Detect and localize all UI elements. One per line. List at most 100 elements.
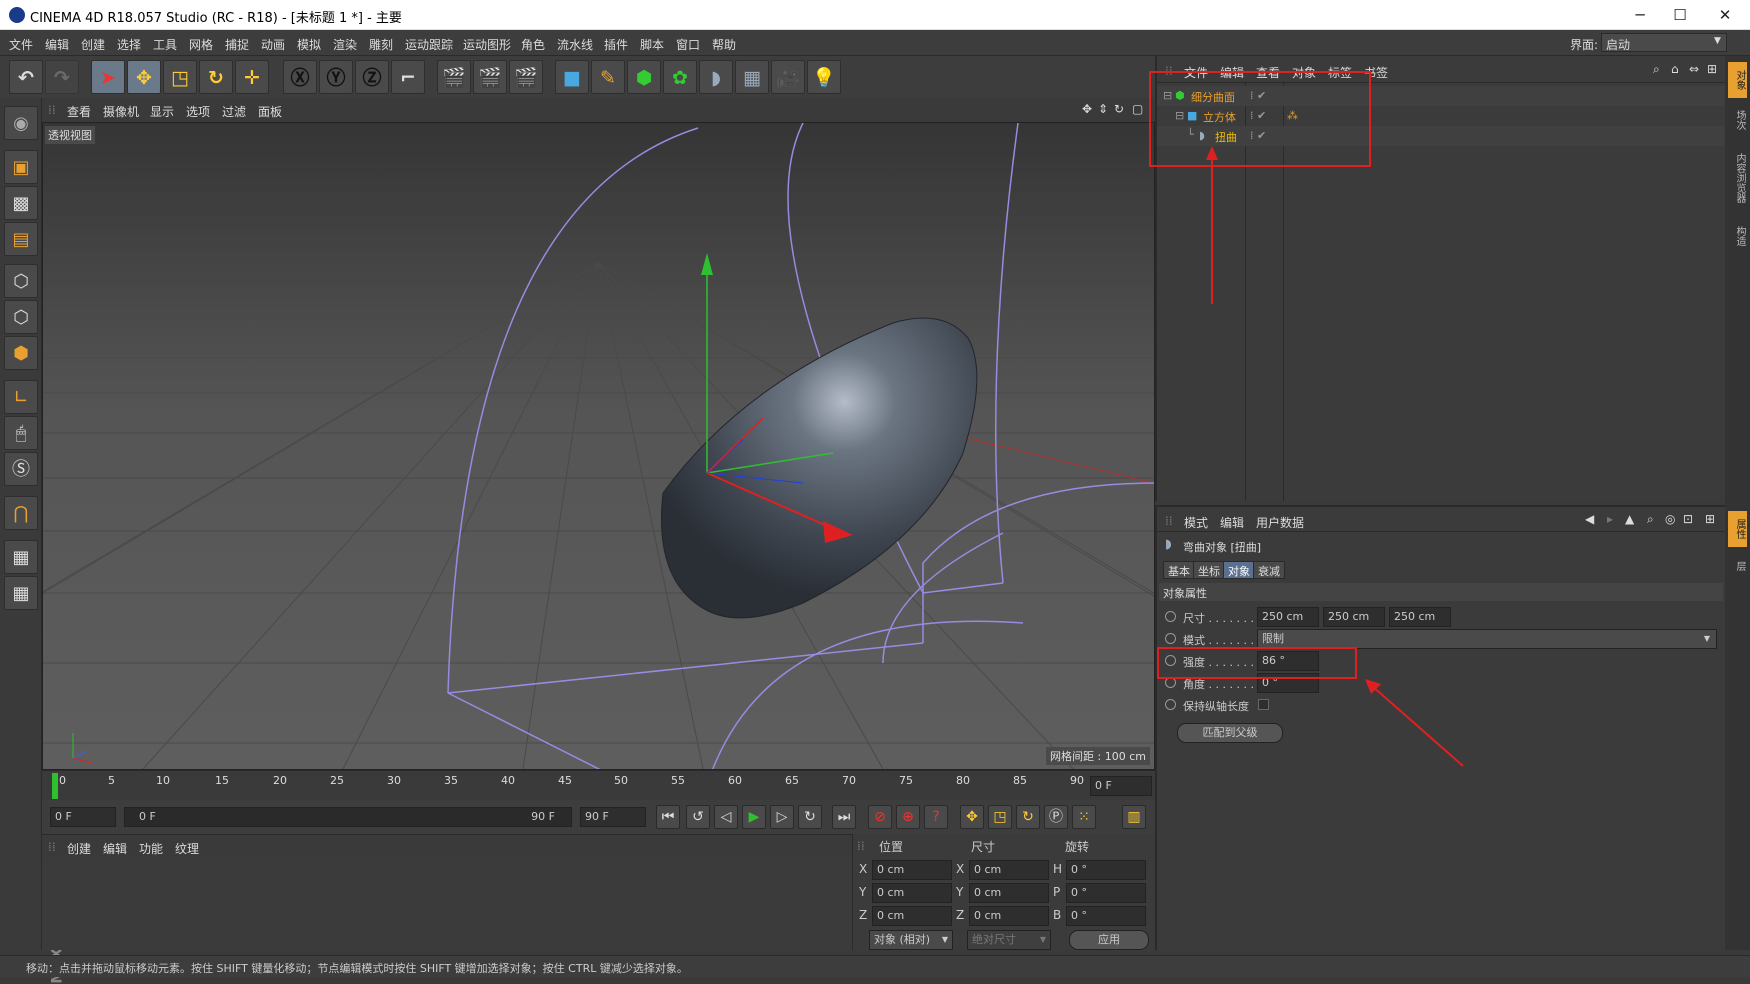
current-frame-field[interactable]: 0 F — [1090, 776, 1152, 796]
animation-radio-icon[interactable] — [1165, 633, 1176, 644]
go-to-start-button[interactable]: ⏮ — [656, 805, 680, 829]
render-settings-button[interactable]: 🎬 — [509, 60, 543, 94]
menu-simulate[interactable]: 模拟 — [297, 36, 321, 53]
home-icon[interactable]: ⌂ — [1671, 62, 1679, 76]
maximize-button[interactable]: ☐ — [1655, 0, 1705, 30]
search-icon[interactable]: ⌕ — [1647, 512, 1654, 527]
animation-radio-icon[interactable] — [1165, 699, 1176, 710]
material-menu-create[interactable]: 创建 — [67, 840, 91, 857]
menu-motion-tracking[interactable]: 运动跟踪 — [405, 36, 453, 53]
deformer-button[interactable]: ◗ — [699, 60, 733, 94]
keyframe-selection-button[interactable]: ? — [924, 805, 948, 829]
viewport-maximize-icon[interactable]: ▢ — [1132, 102, 1143, 116]
coord-system-button[interactable]: ⌐ — [391, 60, 425, 94]
menu-character[interactable]: 角色 — [521, 36, 545, 53]
go-to-end-button[interactable]: ⏭ — [832, 805, 856, 829]
key-rotation-button[interactable]: ↻ — [1016, 805, 1040, 829]
close-button[interactable]: ✕ — [1700, 0, 1750, 30]
size-z-field[interactable]: 0 cm — [969, 906, 1049, 926]
snap-button[interactable]: Ⓢ — [4, 452, 38, 486]
x-axis-button[interactable]: Ⓧ — [283, 60, 317, 94]
tab-object[interactable]: 对象 — [1223, 561, 1255, 579]
lock-workplane-button[interactable]: ▦ — [4, 540, 38, 574]
key-position-button[interactable]: ✥ — [960, 805, 984, 829]
render-picture-viewer-button[interactable]: 🎬 — [473, 60, 507, 94]
deformed-subdivision-object[interactable] — [660, 317, 978, 619]
material-menu-edit[interactable]: 编辑 — [103, 840, 127, 857]
menu-plugins[interactable]: 插件 — [604, 36, 628, 53]
attr-menu-edit[interactable]: 编辑 — [1220, 514, 1244, 531]
end-frame-field[interactable]: 90 F — [580, 807, 646, 827]
search-icon[interactable]: ⌕ — [1653, 62, 1660, 77]
menu-edit[interactable]: 编辑 — [45, 36, 69, 53]
viewport-menu-display[interactable]: 显示 — [150, 103, 174, 120]
viewport-dolly-icon[interactable]: ⇕ — [1098, 102, 1108, 116]
attr-menu-mode[interactable]: 模式 — [1184, 514, 1208, 531]
material-area[interactable] — [42, 858, 852, 950]
layout-select[interactable]: 启动 ▼ — [1601, 33, 1727, 52]
camera-button[interactable]: 🎥 — [771, 60, 805, 94]
size-x-input[interactable]: 250 cm — [1257, 607, 1319, 627]
side-tab-attributes[interactable]: 属性 — [1728, 511, 1747, 547]
subdivision-button[interactable]: ⬢ — [627, 60, 661, 94]
scale-tool-button[interactable]: ◳ — [163, 60, 197, 94]
array-button[interactable]: ✿ — [663, 60, 697, 94]
menu-help[interactable]: 帮助 — [712, 36, 736, 53]
rotation-p-field[interactable]: 0 ° — [1066, 883, 1146, 903]
back-icon[interactable]: ⇔ — [1689, 62, 1699, 76]
menu-tools[interactable]: 工具 — [153, 36, 177, 53]
viewport-menu-view[interactable]: 查看 — [67, 103, 91, 120]
move-tool-button[interactable]: ✥ — [127, 60, 161, 94]
previous-key-button[interactable]: ↺ — [686, 805, 710, 829]
previous-frame-button[interactable]: ◁ — [714, 805, 738, 829]
menu-sculpt[interactable]: 雕刻 — [369, 36, 393, 53]
playhead[interactable] — [52, 773, 58, 799]
size-mode-select[interactable]: 绝对尺寸 ▼ — [967, 930, 1051, 950]
back-arrow-icon[interactable]: ◀ — [1585, 512, 1594, 526]
position-y-field[interactable]: 0 cm — [872, 883, 952, 903]
points-mode-button[interactable]: ⬡ — [4, 264, 38, 298]
next-key-button[interactable]: ↻ — [798, 805, 822, 829]
model-mode-button[interactable]: ▣ — [4, 150, 38, 184]
menu-mograph[interactable]: 运动图形 — [463, 36, 511, 53]
z-axis-button[interactable]: Ⓩ — [355, 60, 389, 94]
rotation-h-field[interactable]: 0 ° — [1066, 860, 1146, 880]
workplane-mode-button[interactable]: ▤ — [4, 222, 38, 256]
menu-mesh[interactable]: 网格 — [189, 36, 213, 53]
apply-button[interactable]: 应用 — [1069, 930, 1149, 950]
perspective-viewport[interactable]: 透视视图 网格间距 : 100 cm — [42, 122, 1155, 770]
new-window-icon[interactable]: ⊞ — [1705, 512, 1715, 526]
menu-create[interactable]: 创建 — [81, 36, 105, 53]
size-z-input[interactable]: 250 cm — [1389, 607, 1451, 627]
viewport-menu-options[interactable]: 选项 — [186, 103, 210, 120]
position-x-field[interactable]: 0 cm — [872, 860, 952, 880]
viewport-menu-panel[interactable]: 面板 — [258, 103, 282, 120]
viewport-menu-filter[interactable]: 过滤 — [222, 103, 246, 120]
material-menu-texture[interactable]: 纹理 — [175, 840, 199, 857]
frame-range-slider[interactable]: 0 F 90 F — [124, 807, 572, 827]
size-y-field[interactable]: 0 cm — [969, 883, 1049, 903]
tweak-mode-button[interactable]: 🖱 — [4, 416, 38, 450]
key-scale-button[interactable]: ◳ — [988, 805, 1012, 829]
recent-tool-button[interactable]: ✛ — [235, 60, 269, 94]
coordinate-mode-select[interactable]: 对象 (相对) ▼ — [869, 930, 953, 950]
edges-mode-button[interactable]: ⬡ — [4, 300, 38, 334]
side-tab-layers[interactable]: 层 — [1728, 551, 1747, 581]
viewport-menu-camera[interactable]: 摄像机 — [103, 103, 139, 120]
size-x-field[interactable]: 0 cm — [969, 860, 1049, 880]
menu-window[interactable]: 窗口 — [676, 36, 700, 53]
render-view-button[interactable]: 🎬 — [437, 60, 471, 94]
menu-script[interactable]: 脚本 — [640, 36, 664, 53]
start-frame-field[interactable]: 0 F — [50, 807, 116, 827]
animation-radio-icon[interactable] — [1165, 611, 1176, 622]
rotate-tool-button[interactable]: ↻ — [199, 60, 233, 94]
size-y-input[interactable]: 250 cm — [1323, 607, 1385, 627]
side-tab-content-browser[interactable]: 内容浏览器 — [1728, 142, 1747, 214]
menu-render[interactable]: 渲染 — [333, 36, 357, 53]
rotation-b-field[interactable]: 0 ° — [1066, 906, 1146, 926]
make-editable-button[interactable]: ◉ — [4, 106, 38, 140]
side-tab-takes[interactable]: 场次 — [1728, 102, 1747, 138]
viewport-move-icon[interactable]: ✥ — [1082, 102, 1092, 116]
key-points-button[interactable]: ⁙ — [1072, 805, 1096, 829]
light-button[interactable]: 💡 — [807, 60, 841, 94]
